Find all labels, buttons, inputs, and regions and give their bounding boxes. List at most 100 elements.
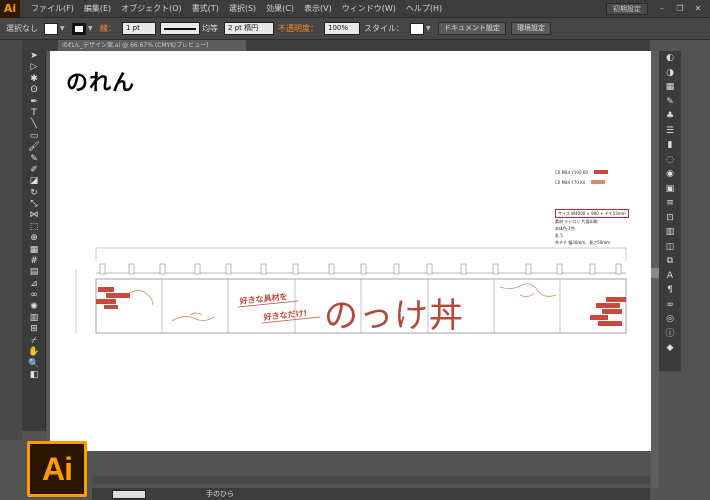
- chevron-down-icon[interactable]: ▼: [426, 23, 434, 35]
- artboards-icon[interactable]: ⊡: [659, 211, 681, 226]
- eyedropper-tool-icon[interactable]: ⊿: [22, 279, 46, 290]
- stroke-label[interactable]: 線：: [100, 23, 116, 34]
- profile-label[interactable]: 均等: [202, 23, 218, 34]
- menu-object[interactable]: オブジェクト(O): [121, 3, 182, 14]
- blend-tool-icon[interactable]: ∞: [22, 290, 46, 301]
- width-tool-icon[interactable]: ⋈: [22, 210, 46, 221]
- type-tool-icon[interactable]: T: [22, 108, 46, 119]
- rectangle-tool-icon[interactable]: ▭: [22, 131, 46, 142]
- zoom-field[interactable]: [112, 489, 146, 499]
- appearance-icon[interactable]: ◉: [659, 167, 681, 182]
- badge-label: Ai: [42, 450, 73, 487]
- horizontal-scrollbar[interactable]: [92, 476, 650, 484]
- noren-banner[interactable]: 好きな具材を 好きなだけ! のっけ丼: [50, 51, 651, 451]
- scroll-thumb[interactable]: [651, 268, 659, 278]
- selection-tool-icon[interactable]: ➤: [22, 51, 46, 62]
- direct-selection-tool-icon[interactable]: ▷: [22, 62, 46, 73]
- fill-stroke-icon[interactable]: ◧: [22, 370, 46, 381]
- app-logo: Ai: [0, 0, 20, 18]
- restore-icon[interactable]: ❐: [672, 3, 688, 15]
- menu-file[interactable]: ファイル(F): [31, 3, 74, 14]
- swatches-icon[interactable]: ▦: [659, 80, 681, 95]
- brushes-icon[interactable]: ✎: [659, 95, 681, 110]
- color-panel-icon[interactable]: ◐: [659, 51, 681, 66]
- style-swatch[interactable]: [410, 22, 424, 35]
- menu-select[interactable]: 選択(S): [229, 3, 256, 14]
- graph-tool-icon[interactable]: ▥: [22, 313, 46, 324]
- color-guide-icon[interactable]: ◑: [659, 66, 681, 81]
- info-icon[interactable]: ⓘ: [659, 327, 681, 342]
- workspace-switcher[interactable]: 初期設定: [606, 3, 648, 15]
- stroke-weight-field[interactable]: 1 pt: [122, 22, 156, 35]
- layers-stack-icon[interactable]: ◆: [659, 341, 681, 356]
- close-icon[interactable]: ✕: [690, 3, 706, 15]
- hand-tool-icon[interactable]: ✋: [22, 347, 46, 358]
- free-transform-tool-icon[interactable]: ⬚: [22, 222, 46, 233]
- stroke-panel-icon[interactable]: ☰: [659, 124, 681, 139]
- perspective-grid-tool-icon[interactable]: ▦: [22, 245, 46, 256]
- gradient-tool-icon[interactable]: ▤: [22, 267, 46, 278]
- line-tool-icon[interactable]: ╲: [22, 119, 46, 130]
- stroke-swatch[interactable]: [72, 22, 86, 35]
- character-icon[interactable]: A: [659, 269, 681, 284]
- tools-panel: ➤ ▷ ✱ ʘ ✒ T ╲ ▭ 🖌 ✎ ✐ ◪ ↻ ⤡ ⋈ ⬚ ⊕ ▦ # ▤ …: [22, 51, 46, 431]
- menu-help[interactable]: ヘルプ(H): [406, 3, 442, 14]
- control-bar: 選択なし ▼ ▼ 線： 1 pt 均等 2 pt 楕円 不透明度： 100% ス…: [0, 18, 710, 40]
- menu-view[interactable]: 表示(V): [304, 3, 332, 14]
- paintbrush-tool-icon[interactable]: 🖌: [22, 142, 46, 153]
- loops: [99, 263, 622, 275]
- menu-window[interactable]: ウィンドウ(W): [342, 3, 396, 14]
- illustrator-window: Ai ファイル(F) 編集(E) オブジェクト(O) 書式(T) 選択(S) 効…: [0, 0, 710, 500]
- shape-builder-tool-icon[interactable]: ⊕: [22, 233, 46, 244]
- transform-icon[interactable]: ◫: [659, 240, 681, 255]
- chevron-down-icon[interactable]: ▼: [88, 23, 96, 35]
- banner-main-text: のっけ丼: [324, 296, 464, 336]
- document-tab[interactable]: のれん_デザイン案.ai @ 66.67% (CMYK/プレビュー): [58, 40, 246, 51]
- chevron-down-icon[interactable]: ▼: [60, 23, 68, 35]
- links-icon[interactable]: ∞: [659, 298, 681, 313]
- left-gutter: [0, 40, 22, 440]
- right-gutter: [681, 51, 710, 500]
- symbols-icon[interactable]: ♣: [659, 109, 681, 124]
- status-bar: 手のひら: [92, 488, 650, 500]
- menu-edit[interactable]: 編集(E): [84, 3, 111, 14]
- artboard-tool-icon[interactable]: ⊞: [22, 324, 46, 335]
- gradient-panel-icon[interactable]: ▮: [659, 138, 681, 153]
- blob-brush-tool-icon[interactable]: ✐: [22, 165, 46, 176]
- align-icon[interactable]: ▥: [659, 225, 681, 240]
- minimize-icon[interactable]: –: [654, 3, 670, 15]
- panel-dock: ◐ ◑ ▦ ✎ ♣ ☰ ▮ ◌ ◉ ▣ ≡ ⊡ ▥ ◫ ⧉ A ¶ ∞ ◎ ⓘ …: [659, 51, 681, 371]
- document-setup-button[interactable]: ドキュメント設定: [438, 22, 506, 35]
- eraser-tool-icon[interactable]: ◪: [22, 176, 46, 187]
- document-tab-bar: のれん_デザイン案.ai @ 66.67% (CMYK/プレビュー): [22, 40, 650, 51]
- opacity-label[interactable]: 不透明度：: [278, 23, 318, 34]
- current-tool-label: 手のひら: [206, 490, 234, 498]
- graphic-styles-icon[interactable]: ▣: [659, 182, 681, 197]
- brush-field[interactable]: 2 pt 楕円: [224, 22, 274, 35]
- pen-tool-icon[interactable]: ✒: [22, 97, 46, 108]
- transparency-icon[interactable]: ◌: [659, 153, 681, 168]
- pencil-tool-icon[interactable]: ✎: [22, 154, 46, 165]
- slice-tool-icon[interactable]: ⌿: [22, 336, 46, 347]
- scale-tool-icon[interactable]: ⤡: [22, 199, 46, 210]
- menu-bar: Ai ファイル(F) 編集(E) オブジェクト(O) 書式(T) 選択(S) 効…: [0, 0, 710, 18]
- symbol-sprayer-tool-icon[interactable]: ✺: [22, 302, 46, 313]
- artboard[interactable]: のれん C0 M84 Y100 K0 C0 M84 Y70 K0 サイズ W40…: [50, 51, 651, 451]
- magic-wand-tool-icon[interactable]: ✱: [22, 74, 46, 85]
- mesh-tool-icon[interactable]: #: [22, 256, 46, 267]
- fill-swatch[interactable]: [44, 22, 58, 35]
- navigator-icon[interactable]: ◎: [659, 312, 681, 327]
- preferences-button[interactable]: 環境設定: [511, 22, 551, 35]
- menu-effect[interactable]: 効果(C): [266, 3, 294, 14]
- menu-type[interactable]: 書式(T): [192, 3, 219, 14]
- stroke-profile-preview[interactable]: [160, 22, 200, 35]
- lasso-tool-icon[interactable]: ʘ: [22, 85, 46, 96]
- paragraph-icon[interactable]: ¶: [659, 283, 681, 298]
- opacity-field[interactable]: 100%: [324, 22, 360, 35]
- layers-icon[interactable]: ≡: [659, 196, 681, 211]
- style-label: スタイル：: [364, 24, 404, 33]
- illustrator-badge: Ai: [27, 441, 87, 497]
- rotate-tool-icon[interactable]: ↻: [22, 188, 46, 199]
- zoom-tool-icon[interactable]: 🔍: [22, 359, 46, 370]
- pathfinder-icon[interactable]: ⧉: [659, 254, 681, 269]
